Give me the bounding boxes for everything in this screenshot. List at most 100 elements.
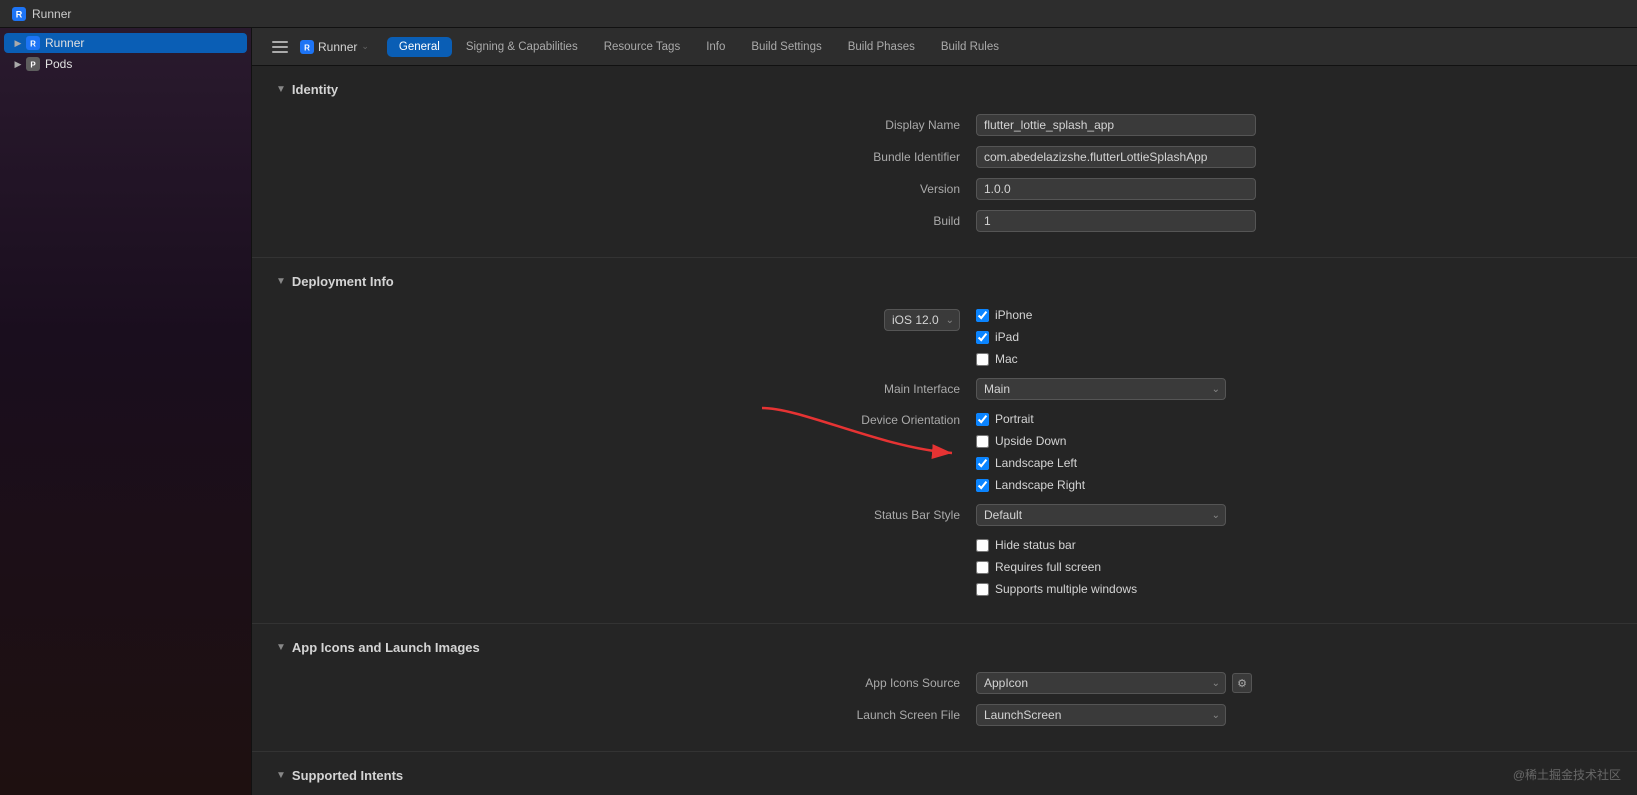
- deployment-arrow-icon: ▼: [276, 276, 286, 287]
- version-row: Version: [252, 173, 1637, 205]
- deployment-header[interactable]: ▼ Deployment Info: [252, 274, 1637, 301]
- launch-screen-file-row: Launch Screen File LaunchScreen ⌄: [252, 699, 1637, 731]
- orientation-checkboxes: Portrait Upside Down Landscape Left: [976, 410, 1256, 494]
- requires-full-screen-checkbox[interactable]: [976, 561, 989, 574]
- upside-down-checkbox-row: Upside Down: [976, 432, 1256, 450]
- tab-bar-left: R Runner ⌄: [268, 35, 369, 59]
- identity-arrow-icon: ▼: [276, 84, 286, 95]
- version-label: Version: [276, 182, 976, 196]
- tab-build-settings[interactable]: Build Settings: [739, 37, 833, 57]
- target-icon: R: [300, 40, 314, 54]
- orientation-checkboxes-group: Portrait Upside Down Landscape Left: [976, 410, 1256, 494]
- supports-multiple-windows-checkbox[interactable]: [976, 583, 989, 596]
- bundle-id-input[interactable]: [976, 146, 1256, 168]
- ios-version-label: iOS 12.0 ⌄: [276, 306, 976, 331]
- deployment-section: ▼ Deployment Info iOS 12.0 ⌄: [252, 258, 1637, 624]
- landscape-right-label: Landscape Right: [995, 478, 1085, 492]
- launch-screen-file-control: LaunchScreen ⌄: [976, 704, 1256, 726]
- app-icons-header[interactable]: ▼ App Icons and Launch Images: [252, 640, 1637, 667]
- display-name-input[interactable]: [976, 114, 1256, 136]
- svg-text:P: P: [30, 61, 36, 70]
- landscape-right-checkbox[interactable]: [976, 479, 989, 492]
- app-icons-source-label: App Icons Source: [276, 676, 976, 690]
- status-checkboxes-group: Hide status bar Requires full screen Sup…: [976, 536, 1256, 598]
- sidebar-toggle-button[interactable]: [268, 35, 292, 59]
- main-interface-row: Main Interface Main ⌄: [252, 373, 1637, 405]
- tab-build-rules[interactable]: Build Rules: [929, 37, 1011, 57]
- hide-status-bar-label: Hide status bar: [995, 538, 1076, 552]
- launch-screen-file-select[interactable]: LaunchScreen: [976, 704, 1226, 726]
- portrait-checkbox[interactable]: [976, 413, 989, 426]
- tab-signing[interactable]: Signing & Capabilities: [454, 37, 590, 57]
- bundle-id-control: [976, 146, 1256, 168]
- app-icons-arrow-icon: ▼: [276, 642, 286, 653]
- iphone-label: iPhone: [995, 308, 1032, 322]
- display-name-row: Display Name: [252, 109, 1637, 141]
- runner-icon: R: [26, 36, 40, 50]
- sidebar-item-pods[interactable]: ▶ P Pods: [4, 54, 247, 74]
- ios-version-row: iOS 12.0 ⌄ iPhone: [252, 301, 1637, 373]
- status-bar-style-control: Default ⌄: [976, 504, 1256, 526]
- app-icons-source-select[interactable]: AppIcon: [976, 672, 1226, 694]
- tab-info[interactable]: Info: [694, 37, 737, 57]
- device-checkboxes-group: iPhone iPad Mac: [976, 306, 1256, 368]
- upside-down-label: Upside Down: [995, 434, 1066, 448]
- status-bar-style-select[interactable]: Default: [976, 504, 1226, 526]
- landscape-left-label: Landscape Left: [995, 456, 1077, 470]
- supports-multiple-windows-row: Supports multiple windows: [976, 580, 1256, 598]
- status-options-row: Hide status bar Requires full screen Sup…: [252, 531, 1637, 603]
- pods-arrow-icon: ▶: [12, 58, 24, 70]
- mac-checkbox[interactable]: [976, 353, 989, 366]
- main-content[interactable]: ▼ Identity Display Name Bundle Identifie…: [252, 66, 1637, 795]
- status-bar-style-select-wrapper: Default ⌄: [976, 504, 1226, 526]
- title-bar-text: Runner: [32, 7, 71, 21]
- status-options-checkboxes: Hide status bar Requires full screen Sup…: [976, 536, 1256, 598]
- landscape-left-checkbox[interactable]: [976, 457, 989, 470]
- main-layout: ▶ R Runner ▶ P Pods: [0, 28, 1637, 795]
- iphone-checkbox[interactable]: [976, 309, 989, 322]
- landscape-left-checkbox-row: Landscape Left: [976, 454, 1256, 472]
- ipad-checkbox[interactable]: [976, 331, 989, 344]
- build-input[interactable]: [976, 210, 1256, 232]
- pods-label: Pods: [45, 57, 72, 71]
- tab-general[interactable]: General: [387, 37, 452, 57]
- svg-text:R: R: [304, 43, 310, 52]
- tab-build-phases[interactable]: Build Phases: [836, 37, 927, 57]
- tab-resource[interactable]: Resource Tags: [592, 37, 693, 57]
- status-bar-style-label: Status Bar Style: [276, 508, 976, 522]
- supported-intents-section: ▼ Supported Intents Class Name Authentic…: [252, 752, 1637, 795]
- requires-full-screen-row: Requires full screen: [976, 558, 1256, 576]
- sidebar-item-runner[interactable]: ▶ R Runner: [4, 33, 247, 53]
- version-input[interactable]: [976, 178, 1256, 200]
- title-bar: R Runner: [0, 0, 1637, 28]
- runner-arrow-icon: ▶: [12, 37, 24, 49]
- launch-screen-select-wrapper: LaunchScreen ⌄: [976, 704, 1226, 726]
- app-icons-source-control: AppIcon ⌄ ⚙: [976, 672, 1256, 694]
- app-icons-gear-button[interactable]: ⚙: [1232, 673, 1252, 693]
- mac-checkbox-row: Mac: [976, 350, 1256, 368]
- hide-status-bar-checkbox[interactable]: [976, 539, 989, 552]
- hide-status-bar-row: Hide status bar: [976, 536, 1256, 554]
- mac-label: Mac: [995, 352, 1018, 366]
- target-name: Runner: [318, 40, 357, 54]
- target-selector[interactable]: R Runner ⌄: [300, 40, 369, 54]
- content-area: R Runner ⌄ General Signing & Capabilitie…: [252, 28, 1637, 795]
- app-icons-section: ▼ App Icons and Launch Images App Icons …: [252, 624, 1637, 752]
- sidebar: ▶ R Runner ▶ P Pods: [0, 28, 252, 795]
- app-icons-select-wrapper: AppIcon ⌄: [976, 672, 1226, 694]
- ios-version-select[interactable]: iOS 12.0: [884, 309, 960, 331]
- build-label: Build: [276, 214, 976, 228]
- gear-icon: ⚙: [1237, 677, 1247, 690]
- main-interface-select-wrapper: Main ⌄: [976, 378, 1226, 400]
- device-orientation-row: Device Orientation Portrait Upside Down: [252, 405, 1637, 499]
- identity-header[interactable]: ▼ Identity: [252, 82, 1637, 109]
- main-interface-select[interactable]: Main: [976, 378, 1226, 400]
- app-icons-source-row: App Icons Source AppIcon ⌄ ⚙: [252, 667, 1637, 699]
- portrait-label: Portrait: [995, 412, 1034, 426]
- supported-intents-header[interactable]: ▼ Supported Intents: [252, 768, 1637, 795]
- build-control: [976, 210, 1256, 232]
- pods-icon: P: [26, 57, 40, 71]
- app-icons-row: AppIcon ⌄ ⚙: [976, 672, 1256, 694]
- upside-down-checkbox[interactable]: [976, 435, 989, 448]
- supported-intents-arrow-icon: ▼: [276, 770, 286, 781]
